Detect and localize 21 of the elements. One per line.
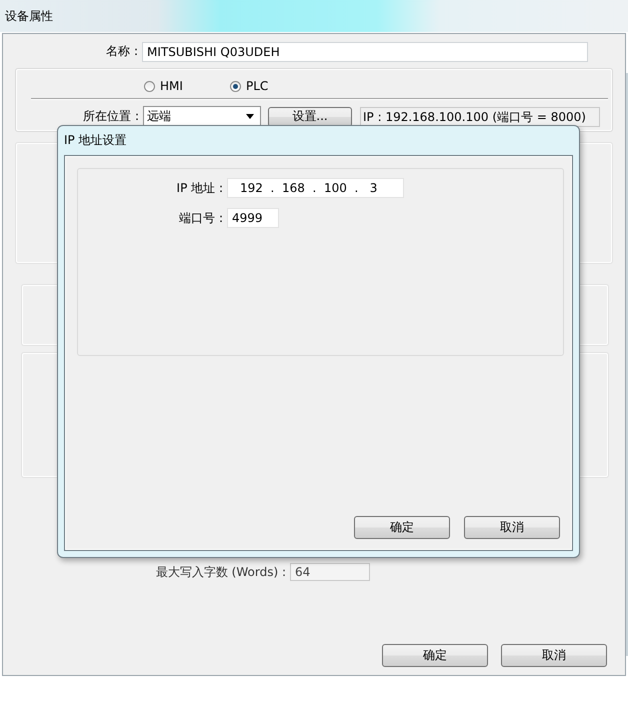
ip-info-field: IP : 192.168.100.100 (端口号 = 8000) xyxy=(360,106,600,126)
window-title: 设备属性 xyxy=(5,8,53,24)
dialog-button[interactable]: 确定 xyxy=(354,516,450,539)
port-field[interactable]: 4999 xyxy=(227,208,279,228)
dialog-button[interactable]: 确定 xyxy=(382,644,488,667)
max-write-label: 最大写入字数 (Words) : xyxy=(154,564,287,580)
settings-button[interactable]: 设置... xyxy=(268,106,352,126)
ip-address-label: IP 地址 : xyxy=(176,180,224,196)
max-write-dropdown[interactable]: 64 xyxy=(290,563,370,581)
dialog-button[interactable]: 取消 xyxy=(464,516,560,539)
port-label: 端口号 : xyxy=(178,210,224,226)
radio-option[interactable]: PLC xyxy=(230,77,286,95)
radio-option[interactable]: HMI xyxy=(144,77,200,95)
dialog-title: IP 地址设置 xyxy=(64,132,127,149)
dialog-button[interactable]: 取消 xyxy=(501,644,607,667)
name-label: 名称 : xyxy=(105,43,139,60)
caret-icon xyxy=(246,114,254,119)
location-label: 所在位置 : xyxy=(82,108,140,125)
location-dropdown[interactable]: 远端 xyxy=(143,106,261,127)
ip-address-field[interactable]: 192 . 168 . 100 . 3 xyxy=(227,178,404,198)
name-field[interactable]: MITSUBISHI Q03UDEH xyxy=(142,42,588,62)
